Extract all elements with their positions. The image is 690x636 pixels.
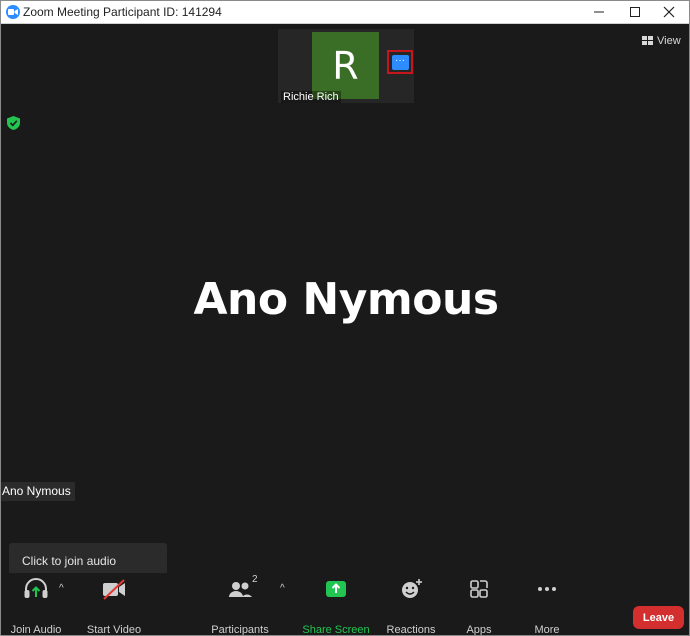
thumbnail-more-highlight: ··· <box>387 50 413 74</box>
start-video-label: Start Video <box>86 624 142 636</box>
more-dots-icon <box>538 587 556 591</box>
audio-options-caret-icon[interactable]: ^ <box>59 583 64 594</box>
share-screen-label: Share Screen <box>302 624 370 636</box>
security-shield-icon[interactable] <box>7 116 20 135</box>
apps-icon <box>470 580 488 598</box>
participants-count: 2 <box>252 574 258 585</box>
reactions-icon <box>402 579 422 598</box>
headphones-icon <box>24 578 48 598</box>
speaker-name-tag: Ano Nymous <box>1 482 75 501</box>
grid-view-icon <box>642 36 653 45</box>
thumbnail-more-button[interactable]: ··· <box>391 54 409 70</box>
participants-button[interactable]: 2 Participants <box>211 573 269 636</box>
reactions-button[interactable]: Reactions <box>387 573 435 635</box>
join-audio-button[interactable]: Join Audio <box>10 573 62 636</box>
zoom-window: Zoom Meeting Participant ID: 141294 R Ri… <box>0 0 690 636</box>
meeting-stage: R Richie Rich ··· View Ano Nymous Ano Ny… <box>1 24 689 635</box>
share-screen-icon <box>326 581 346 597</box>
avatar: R <box>312 32 379 99</box>
minimize-button[interactable] <box>582 1 616 23</box>
view-button[interactable]: View <box>642 35 681 47</box>
close-icon <box>663 6 675 18</box>
video-off-icon <box>103 579 125 600</box>
more-button[interactable]: More <box>531 573 563 635</box>
leave-button[interactable]: Leave <box>633 606 684 629</box>
start-video-button[interactable]: Start Video <box>86 573 142 636</box>
maximize-button[interactable] <box>618 1 652 23</box>
share-screen-button[interactable]: Share Screen <box>302 573 370 635</box>
apps-button[interactable]: Apps <box>463 573 495 635</box>
maximize-icon <box>630 7 640 17</box>
join-audio-label: Join Audio <box>10 624 62 636</box>
thumbnail-name: Richie Rich <box>281 91 341 103</box>
active-speaker-name: Ano Nymous <box>193 274 499 325</box>
avatar-initial: R <box>332 43 359 88</box>
zoom-logo-icon <box>6 5 20 19</box>
tooltip-text: Click to join audio <box>22 554 117 568</box>
window-title: Zoom Meeting Participant ID: 141294 <box>23 5 222 19</box>
meeting-toolbar: Join Audio ^ Start Video 2 Participants … <box>1 573 689 635</box>
participants-icon <box>229 582 252 597</box>
more-label: More <box>534 624 560 636</box>
reactions-label: Reactions <box>386 624 436 636</box>
view-label: View <box>657 35 681 47</box>
apps-label: Apps <box>466 624 492 636</box>
minimize-icon <box>594 11 604 13</box>
title-bar: Zoom Meeting Participant ID: 141294 <box>1 1 689 24</box>
participants-label: Participants <box>211 624 269 636</box>
participants-options-caret-icon[interactable]: ^ <box>280 583 285 594</box>
close-button[interactable] <box>652 1 686 23</box>
